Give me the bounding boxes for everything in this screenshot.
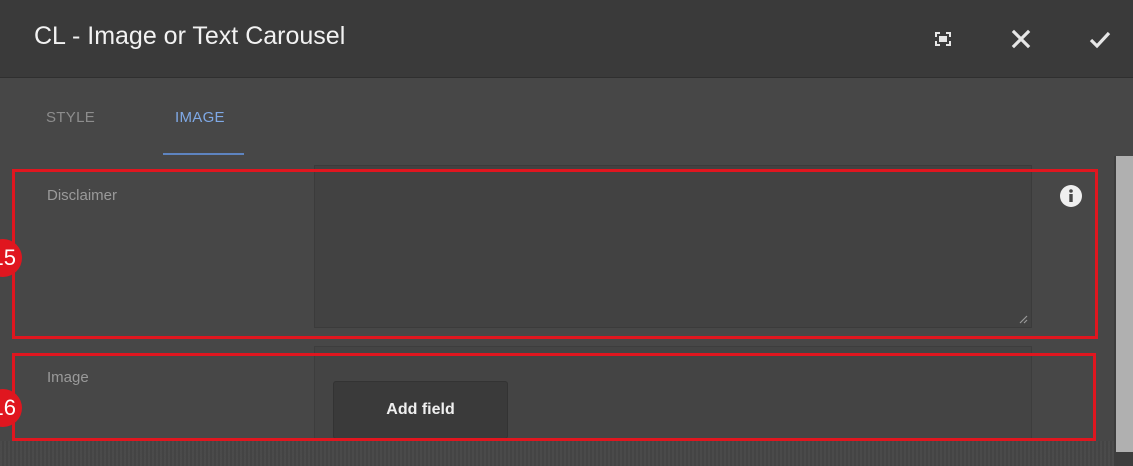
tab-style[interactable]: STYLE [46,109,95,126]
scrollbar-thumb[interactable] [1116,156,1133,452]
dialog: CL - Image or Text Carousel STYLE IMAGE … [0,0,1133,466]
fullscreen-button[interactable] [928,24,958,54]
dialog-title: CL - Image or Text Carousel [34,22,346,50]
highlight-box-disclaimer [12,169,1098,339]
dialog-titlebar: CL - Image or Text Carousel [0,0,1133,78]
close-icon [1011,29,1031,49]
checkmark-icon [1089,31,1111,49]
close-button[interactable] [1006,24,1036,54]
tab-image[interactable]: IMAGE [175,109,225,126]
fullscreen-icon [935,32,951,46]
highlight-box-image [12,353,1096,441]
dialog-footer-texture [0,441,1114,466]
active-tab-indicator [163,153,244,155]
done-button[interactable] [1085,24,1115,54]
tab-bar: STYLE IMAGE [0,78,1133,156]
